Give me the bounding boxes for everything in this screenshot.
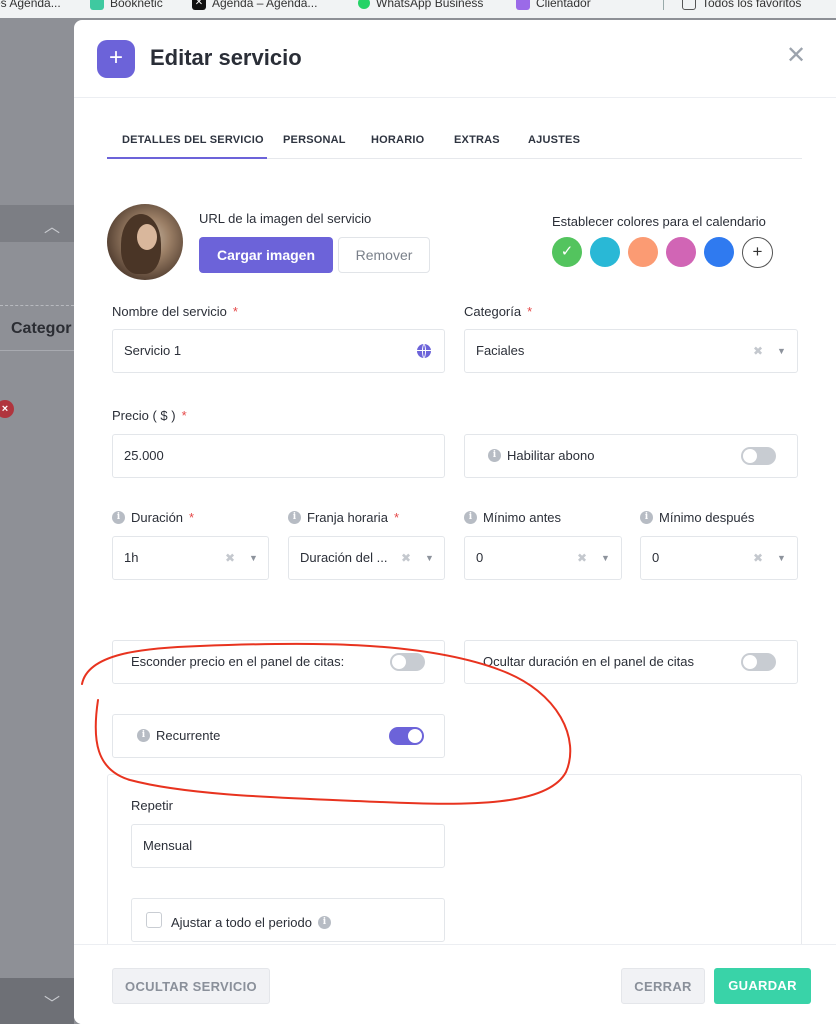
bookmark-booknetic[interactable]: Booknetic <box>90 0 163 10</box>
color-swatch-cyan[interactable] <box>590 237 620 267</box>
repeat-select[interactable]: Mensual <box>131 824 445 868</box>
globe-icon[interactable] <box>417 344 431 358</box>
background-footer <box>0 978 74 1024</box>
min-before-label: i Mínimo antes <box>464 510 561 525</box>
service-name-input[interactable]: Servicio 1 <box>112 329 445 373</box>
tab-schedule[interactable]: HORARIO <box>371 134 424 146</box>
chevron-up-icon: ︿ <box>44 219 61 236</box>
whatsapp-icon <box>358 0 370 9</box>
x-icon: ✕ <box>192 0 206 10</box>
folder-icon <box>682 0 696 10</box>
bookmark-0[interactable]: es Agenda... <box>0 0 61 10</box>
check-icon: ✓ <box>560 243 574 260</box>
background-divider <box>0 350 74 351</box>
chevron-down-icon: ﹀ <box>44 996 61 1013</box>
hide-duration-label: Ocultar duración en el panel de citas <box>483 654 695 669</box>
remove-image-button[interactable]: Remover <box>338 237 430 273</box>
deposit-label: i Habilitar abono <box>488 448 594 463</box>
repeat-label: Repetir <box>131 798 173 813</box>
tab-service-details[interactable]: DETALLES DEL SERVICIO <box>122 134 264 146</box>
price-label: Precio ( $ ) * <box>112 408 187 423</box>
background-column-header: Categor <box>11 320 72 337</box>
chevron-down-icon: ▼ <box>425 553 434 563</box>
image-url-label: URL de la imagen del servicio <box>199 211 372 226</box>
info-icon: i <box>137 729 150 742</box>
clear-icon[interactable]: ✖ <box>753 537 763 579</box>
modal-header: + Editar servicio ✕ <box>74 20 836 98</box>
calendar-colors-label: Establecer colores para el calendario <box>552 214 766 229</box>
duration-label: i Duración * <box>112 510 194 525</box>
save-button[interactable]: GUARDAR <box>714 968 811 1004</box>
clear-icon[interactable]: ✖ <box>577 537 587 579</box>
hide-price-label: Esconder precio en el panel de citas: <box>131 654 345 669</box>
recurrent-label: i Recurrente <box>137 728 220 743</box>
fit-period-label: Ajustar a todo el periodo i <box>171 915 331 930</box>
min-after-label: i Mínimo después <box>640 510 754 525</box>
color-swatch-blue[interactable] <box>704 237 734 267</box>
hide-duration-toggle[interactable] <box>741 653 776 671</box>
bookmark-all[interactable]: Todos los favoritos <box>682 0 801 10</box>
bookmark-separator <box>663 0 664 10</box>
timeslot-label: i Franja horaria * <box>288 510 399 525</box>
service-image <box>107 204 183 280</box>
upload-image-button[interactable]: Cargar imagen <box>199 237 333 273</box>
info-icon: i <box>640 511 653 524</box>
recurrent-toggle[interactable] <box>389 727 424 745</box>
add-color-button[interactable]: + <box>742 237 773 268</box>
min-before-select[interactable]: 0 ✖ ▼ <box>464 536 622 580</box>
info-icon: i <box>464 511 477 524</box>
tab-staff[interactable]: PERSONAL <box>283 134 346 146</box>
category-label: Categoría * <box>464 304 533 319</box>
chevron-down-icon: ▼ <box>249 553 258 563</box>
clear-icon[interactable]: ✖ <box>401 537 412 579</box>
info-icon: i <box>488 449 501 462</box>
bookmarks-bar: es Agenda... Booknetic ✕ Agenda – Agenda… <box>0 0 836 18</box>
active-tab-indicator <box>107 157 267 159</box>
chevron-down-icon: ▼ <box>777 346 786 356</box>
color-swatch-green[interactable]: ✓ <box>552 237 582 267</box>
color-swatch-orange[interactable] <box>628 237 658 267</box>
price-input[interactable]: 25.000 <box>112 434 445 478</box>
info-icon: i <box>112 511 125 524</box>
service-name-label: Nombre del servicio * <box>112 304 238 319</box>
info-icon: i <box>288 511 301 524</box>
fit-period-checkbox[interactable] <box>146 912 162 928</box>
close-button[interactable]: CERRAR <box>621 968 705 1004</box>
clientador-icon <box>516 0 530 10</box>
booknetic-icon <box>90 0 104 10</box>
tab-extras[interactable]: EXTRAS <box>454 134 500 146</box>
duration-select[interactable]: 1h ✖ ▼ <box>112 536 269 580</box>
clear-icon[interactable]: ✖ <box>753 330 763 372</box>
background-panel <box>0 205 74 242</box>
timeslot-select[interactable]: Duración del ... ✖ ▼ <box>288 536 445 580</box>
chevron-down-icon: ▼ <box>601 553 610 563</box>
modal-footer: OCULTAR SERVICIO CERRAR GUARDAR <box>74 944 836 1024</box>
clear-icon[interactable]: ✖ <box>225 537 235 579</box>
close-icon[interactable]: ✕ <box>786 44 806 68</box>
bookmark-whatsapp[interactable]: WhatsApp Business <box>358 0 483 10</box>
background-divider <box>0 305 74 306</box>
deposit-toggle[interactable] <box>741 447 776 465</box>
color-swatch-pink[interactable] <box>666 237 696 267</box>
hide-service-button[interactable]: OCULTAR SERVICIO <box>112 968 270 1004</box>
info-icon: i <box>317 916 331 929</box>
plus-icon: + <box>97 40 135 78</box>
tab-settings[interactable]: AJUSTES <box>528 134 580 146</box>
chevron-down-icon: ▼ <box>777 553 786 563</box>
tab-bar: DETALLES DEL SERVICIO PERSONAL HORARIO E… <box>107 124 802 159</box>
hide-price-toggle[interactable] <box>390 653 425 671</box>
modal-title: Editar servicio <box>150 45 302 70</box>
bookmark-agenda[interactable]: ✕ Agenda – Agenda... <box>192 0 317 10</box>
category-select[interactable]: Faciales ✖ ▼ <box>464 329 798 373</box>
bookmark-clientador[interactable]: Clientador <box>516 0 591 10</box>
min-after-select[interactable]: 0 ✖ ▼ <box>640 536 798 580</box>
edit-service-modal: + Editar servicio ✕ DETALLES DEL SERVICI… <box>74 20 836 1024</box>
